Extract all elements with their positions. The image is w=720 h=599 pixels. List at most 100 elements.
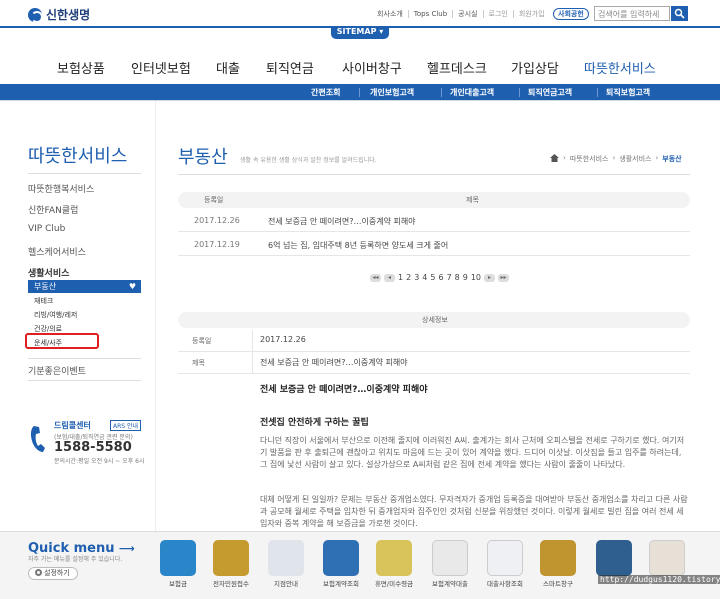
quick-item-smart-counter[interactable]: 스마트창구 <box>538 540 578 598</box>
quick-item-label: 대출사항조회 <box>487 580 523 588</box>
page-1[interactable]: 1 <box>398 273 403 282</box>
call-center-number: 1588-5580 <box>54 440 132 455</box>
detail-date-row: 등록일 2017.12.26 <box>178 330 690 352</box>
detail-header-label: 상세정보 <box>422 316 448 324</box>
row-subject[interactable]: 전세 보증금 안 떼이려면?…이중계약 피해야 <box>268 216 416 227</box>
quick-item-label: 전자민원접수 <box>213 580 249 588</box>
ars-guide-tag[interactable]: ARS 안내 <box>110 420 142 431</box>
logo[interactable]: 신한생명 <box>28 6 90 23</box>
quick-item-claim[interactable]: 보험금 <box>158 540 198 598</box>
top-bar: 신한생명 회사소개 Tops Club 공시실 로그인 회원가입 사회공헌 검색… <box>0 0 720 28</box>
sidebar-item-fan-club[interactable]: 신한FAN클럽 <box>28 203 78 216</box>
sidebar-title: 따뜻한서비스 <box>28 146 128 167</box>
prev-page-button[interactable]: ◂ <box>384 273 395 282</box>
toplink-join[interactable]: 회원가입 <box>512 10 550 18</box>
subnav-retirement-insurance[interactable]: 퇴직보험고객 <box>606 87 650 98</box>
subnav-personal-insurance[interactable]: 개인보험고객 <box>370 87 414 98</box>
subnav-pension[interactable]: 퇴직연금고객 <box>528 87 572 98</box>
call-center-box: 드림콜센터 ARS 안내 (보험/대출/퇴직연금 관련 문의) 1588-558… <box>30 420 150 470</box>
search-input[interactable]: 검색어를 입력하세 <box>594 6 670 21</box>
sidebar-item-vip-club[interactable]: VIP Club <box>28 224 65 234</box>
toplink-company[interactable]: 회사소개 <box>372 10 408 18</box>
breadcrumb-item[interactable]: 따뜻한서비스 <box>570 154 609 164</box>
table-row[interactable]: 2017.12.26 전세 보증금 안 떼이려면?…이중계약 피해야 <box>178 210 690 232</box>
gnb-retirement-pension[interactable]: 퇴직연금 <box>266 58 314 77</box>
detail-date-label: 등록일 <box>192 337 212 345</box>
sidebar-item-happy-service[interactable]: 따뜻한행복서비스 <box>28 182 94 195</box>
article-subtitle: 전셋집 안전하게 구하는 꿀팁 <box>260 418 369 428</box>
logo-text: 신한생명 <box>46 8 91 22</box>
toplink-login[interactable]: 로그인 <box>482 10 513 18</box>
sidebar-item-event[interactable]: 기분좋은이벤트 <box>28 364 86 377</box>
quick-item-label: 보험계약조회 <box>323 580 359 588</box>
e-complaint-icon <box>213 540 249 576</box>
page-3[interactable]: 3 <box>414 273 419 282</box>
title-divider <box>178 174 690 175</box>
sidebar-group-life-service[interactable]: 생활서비스 <box>28 266 69 279</box>
notebook-icon <box>596 540 632 576</box>
page-8[interactable]: 8 <box>455 273 460 282</box>
quick-item-label: 휴면/미수령금 <box>374 580 414 588</box>
sidebar-item-label: 부동산 <box>34 282 57 291</box>
page-5[interactable]: 5 <box>430 273 435 282</box>
column-header-date: 등록일 <box>204 196 224 204</box>
quick-menu-settings-button[interactable]: 설정하기 <box>28 567 78 580</box>
detail-subject-row: 제목 전세 보증금 안 떼이려면?…이중계약 피해야 <box>178 352 690 374</box>
home-icon[interactable] <box>550 154 559 162</box>
quick-item-loan-inquiry[interactable]: 대출사항조회 <box>485 540 525 598</box>
gnb-insurance-products[interactable]: 보험상품 <box>57 58 105 77</box>
gnb-cyber-counter[interactable]: 사이버창구 <box>342 58 402 77</box>
last-page-button[interactable]: ▸▸ <box>498 273 510 282</box>
quick-item-branch[interactable]: 지점안내 <box>266 540 306 598</box>
first-page-button[interactable]: ◂◂ <box>370 273 381 282</box>
next-page-button[interactable]: ▸ <box>484 273 496 282</box>
article-title: 전세 보증금 안 떼이려면?…이중계약 피해야 <box>260 385 428 395</box>
gear-icon <box>35 569 42 576</box>
breadcrumb-item[interactable]: 생활서비스 <box>619 154 651 164</box>
page-6[interactable]: 6 <box>438 273 443 282</box>
quick-item-contract-inquiry[interactable]: 보험계약조회 <box>321 540 361 598</box>
subnav-personal-loan[interactable]: 개인대출고객 <box>450 87 494 98</box>
quick-item-e-complaint[interactable]: 전자민원접수 <box>211 540 251 598</box>
table-row[interactable]: 2017.12.19 6억 넘는 집, 임대주택 8년 등록하면 양도세 크게 … <box>178 234 690 256</box>
search-icon <box>674 8 685 19</box>
social-contribution-button[interactable]: 사회공헌 <box>553 8 589 20</box>
gnb-internet-insurance[interactable]: 인터넷보험 <box>131 58 191 77</box>
breadcrumb-sep: › <box>563 154 566 162</box>
subnav-divider <box>597 88 598 97</box>
sidebar-divider <box>28 380 141 381</box>
page-2[interactable]: 2 <box>406 273 411 282</box>
toplink-tops-club[interactable]: Tops Club <box>407 10 452 18</box>
quick-item-label: 보험계약대출 <box>432 580 468 588</box>
page-7[interactable]: 7 <box>447 273 452 282</box>
breadcrumb-current: 부동산 <box>662 155 682 163</box>
row-date: 2017.12.26 <box>194 216 240 225</box>
sitemap-button[interactable]: SITEMAP ▾ <box>331 26 389 39</box>
quick-item-extra-2[interactable] <box>647 540 687 598</box>
contract-inquiry-icon <box>323 540 359 576</box>
page-10[interactable]: 10 <box>471 273 481 282</box>
top-links: 회사소개 Tops Club 공시실 로그인 회원가입 <box>372 10 550 18</box>
quick-item-policy-loan[interactable]: 보험계약대출 <box>430 540 470 598</box>
sidebar-sub-living-travel[interactable]: 리빙/여행/레저 <box>34 310 77 320</box>
subnav-quick-inquiry[interactable]: 간편조회 <box>311 87 340 98</box>
gnb-help-desk[interactable]: 헬프데스크 <box>427 58 487 77</box>
detail-subject-label: 제목 <box>192 359 205 367</box>
gnb-consultation[interactable]: 가입상담 <box>511 58 559 77</box>
page-9[interactable]: 9 <box>463 273 468 282</box>
detail-date-value: 2017.12.26 <box>260 335 306 344</box>
policy-loan-icon <box>432 540 468 576</box>
search-button[interactable] <box>671 6 688 21</box>
subnav-divider <box>441 88 442 97</box>
gnb-loan[interactable]: 대출 <box>216 58 240 77</box>
quick-item-dormant[interactable]: 휴면/미수령금 <box>374 540 414 598</box>
page-4[interactable]: 4 <box>422 273 427 282</box>
gnb-warm-service[interactable]: 따뜻한서비스 <box>584 58 656 77</box>
quick-item-extra-1[interactable] <box>594 540 634 598</box>
row-subject[interactable]: 6억 넘는 집, 임대주택 8년 등록하면 양도세 크게 줄어 <box>268 240 448 251</box>
sidebar-item-healthcare[interactable]: 헬스케어서비스 <box>28 245 86 258</box>
quick-menu-title: Quick menu ⟶ <box>28 541 135 556</box>
sidebar-item-real-estate[interactable]: 부동산 ♥ <box>28 280 141 293</box>
sidebar-sub-investment[interactable]: 재테크 <box>34 296 53 306</box>
toplink-disclosure[interactable]: 공시실 <box>452 10 482 18</box>
